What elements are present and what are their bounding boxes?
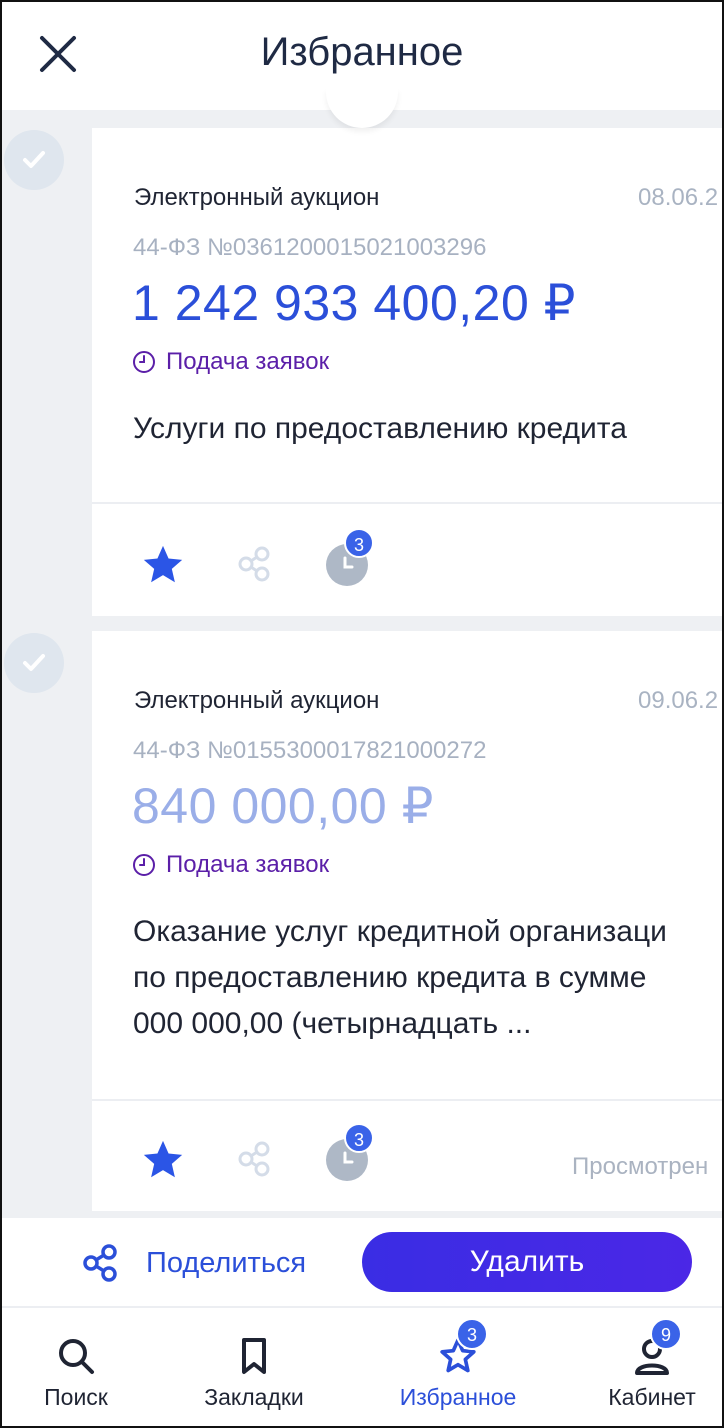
favorites-list[interactable]: Электронный аукцион 08.06.2 44-ФЗ №03612…: [2, 110, 722, 1218]
tender-card[interactable]: Электронный аукцион 08.06.2 44-ФЗ №03612…: [92, 128, 722, 616]
share-button-label: Поделиться: [146, 1246, 307, 1279]
check-icon: [23, 654, 45, 671]
tender-card[interactable]: Электронный аукцион 09.06.2 44-ФЗ №01553…: [92, 631, 722, 1211]
description-line: по предоставлению кредита в сумме: [133, 961, 647, 994]
divider: [92, 1099, 722, 1101]
description-line: Оказание услуг кредитной организаци: [133, 915, 667, 948]
share-button[interactable]: Поделиться: [82, 1240, 306, 1286]
description: Оказание услуг кредитной организаци по п…: [133, 909, 722, 1047]
favorite-button[interactable]: [140, 1137, 186, 1183]
card-date: 09.06.2: [638, 687, 719, 714]
select-checkbox[interactable]: [4, 130, 64, 190]
star-filled-icon: [143, 545, 183, 583]
tab-favorites[interactable]: 3 Избранное: [368, 1308, 548, 1426]
favorites-count-badge: 3: [456, 1318, 488, 1350]
selection-action-bar: Поделиться Удалить: [2, 1218, 722, 1308]
card-actions: 3: [92, 528, 722, 608]
procedure-type: Электронный аукцион: [134, 184, 380, 211]
card-date: 08.06.2: [638, 184, 719, 211]
status-label: Подача заявок: [132, 851, 329, 879]
share-card-button[interactable]: [236, 546, 272, 582]
history-count-badge: 3: [344, 528, 374, 558]
registry-number: 44-ФЗ №0361200015021003296: [133, 234, 487, 261]
tab-bookmarks[interactable]: Закладки: [164, 1308, 344, 1426]
registry-number: 44-ФЗ №0155300017821000272: [133, 737, 487, 764]
app-screen: Избранное Электронный аукцион 08.06.2 44…: [0, 0, 724, 1428]
procedure-type: Электронный аукцион: [134, 687, 380, 714]
tab-label: Закладки: [204, 1384, 304, 1410]
star-filled-icon: [143, 1140, 183, 1178]
tab-label: Избранное: [399, 1384, 517, 1410]
check-icon: [23, 151, 45, 168]
clock-icon: [133, 854, 155, 876]
price: 1 242 933 400,20 ₽: [132, 275, 576, 331]
tab-cabinet[interactable]: 9 Кабинет: [562, 1308, 722, 1426]
share-icon: [83, 1244, 117, 1282]
price: 840 000,00 ₽: [132, 778, 434, 834]
description-line: 000 000,00 (четырнадцать ...: [133, 1007, 532, 1040]
description-line: Услуги по предоставлению кредита: [133, 412, 627, 445]
clock-icon: [133, 351, 155, 373]
search-icon: [59, 1339, 94, 1374]
share-card-button[interactable]: [236, 1141, 272, 1177]
card-actions: 3 Просмотрен: [92, 1123, 722, 1203]
favorite-button[interactable]: [140, 542, 186, 588]
bottom-tab-bar: Поиск Закладки 3 Избранное 9 Кабинет: [2, 1308, 722, 1426]
history-count-badge: 3: [344, 1123, 374, 1153]
status-text: Подача заявок: [166, 348, 330, 375]
page-title: Избранное: [260, 30, 464, 74]
tab-label: Поиск: [44, 1384, 108, 1410]
divider: [92, 502, 722, 504]
status-label: Подача заявок: [132, 348, 329, 376]
share-icon: [238, 546, 270, 582]
tab-search[interactable]: Поиск: [2, 1308, 166, 1426]
select-checkbox[interactable]: [4, 633, 64, 693]
delete-button[interactable]: Удалить: [362, 1232, 692, 1292]
share-icon: [238, 1141, 270, 1177]
cabinet-count-badge: 9: [650, 1318, 682, 1350]
description: Услуги по предоставлению кредита: [133, 406, 722, 452]
bookmark-icon: [242, 1338, 266, 1374]
viewed-label: Просмотрен: [572, 1153, 709, 1180]
tab-label: Кабинет: [608, 1384, 696, 1410]
status-text: Подача заявок: [166, 851, 330, 878]
